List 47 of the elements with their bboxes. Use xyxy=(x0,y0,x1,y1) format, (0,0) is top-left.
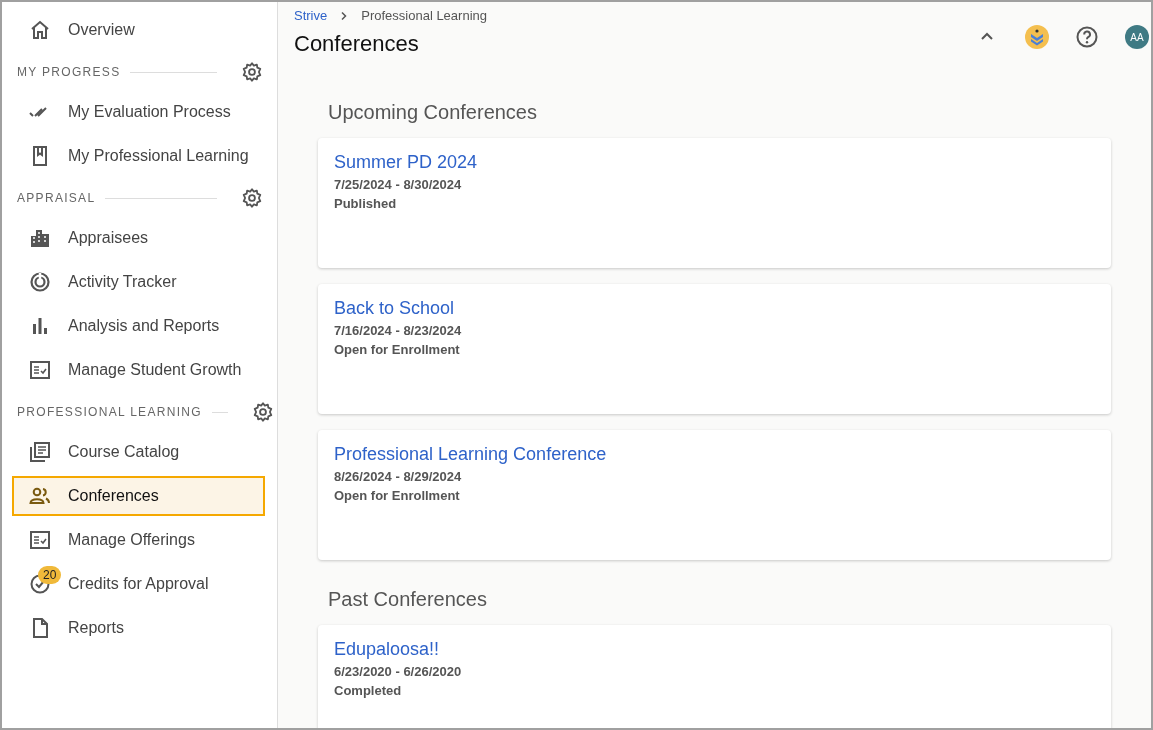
sidebar-item[interactable]: My Evaluation Process xyxy=(12,92,265,132)
checklist-icon xyxy=(28,528,52,552)
conference-card[interactable]: Professional Learning Conference 8/26/2024 - 8/29/2024 Open for Enrollment xyxy=(318,430,1111,560)
sidebar-item[interactable]: Manage Student Growth xyxy=(12,350,265,390)
conference-link[interactable]: Edupaloosa!! xyxy=(334,639,440,660)
conference-dates: 7/25/2024 - 8/30/2024 xyxy=(334,177,462,192)
logo-icon[interactable] xyxy=(1025,25,1049,49)
conference-link[interactable]: Summer PD 2024 xyxy=(334,152,478,173)
section-heading: MY PROGRESS xyxy=(17,65,121,79)
sidebar-item[interactable]: Conferences xyxy=(12,476,265,516)
sidebar-item[interactable]: Course Catalog xyxy=(12,432,265,472)
breadcrumb-current: Professional Learning xyxy=(361,8,487,23)
settings-icon[interactable] xyxy=(241,61,263,83)
conference-link[interactable]: Professional Learning Conference xyxy=(334,444,607,465)
sidebar-item[interactable]: My Professional Learning xyxy=(12,136,265,176)
conference-link[interactable]: Back to School xyxy=(334,298,455,319)
conference-card[interactable]: Back to School 7/16/2024 - 8/23/2024 Open for Enrollment xyxy=(318,284,1111,414)
conference-status: Published xyxy=(334,196,397,211)
sidebar-item[interactable]: 20 Credits for Approval xyxy=(12,564,265,604)
sidebar-item[interactable]: Overview xyxy=(12,10,265,50)
count-badge: 20 xyxy=(38,566,62,584)
sidebar-item[interactable]: Appraisees xyxy=(12,218,265,258)
conference-card[interactable]: Edupaloosa!! 6/23/2020 - 6/26/2020 Completed xyxy=(318,625,1111,728)
breadcrumb-link[interactable]: Strive xyxy=(294,8,328,23)
checklist-icon xyxy=(28,358,52,382)
sidebar-item[interactable]: Reports xyxy=(12,608,265,648)
conference-dates: 7/16/2024 - 8/23/2024 xyxy=(334,323,462,338)
conference-card[interactable]: Summer PD 2024 7/25/2024 - 8/30/2024 Published xyxy=(318,138,1111,268)
conference-dates: 8/26/2024 - 8/29/2024 xyxy=(334,469,462,484)
section-heading: APPRAISAL xyxy=(17,191,96,205)
page-title: Conferences xyxy=(294,31,420,57)
conference-status: Completed xyxy=(334,683,402,698)
sidebar-item[interactable]: Manage Offerings xyxy=(12,520,265,560)
section-heading: PROFESSIONAL LEARNING xyxy=(17,405,202,419)
sidebar-item[interactable]: Activity Tracker xyxy=(12,262,265,302)
help-icon[interactable] xyxy=(1075,25,1099,49)
catalog-icon xyxy=(28,440,52,464)
sidebar-item[interactable]: Analysis and Reports xyxy=(12,306,265,346)
conference-status: Open for Enrollment xyxy=(334,342,460,357)
settings-icon[interactable] xyxy=(251,401,274,423)
user-avatar[interactable]: AA xyxy=(1125,25,1149,49)
section-heading: Past Conferences xyxy=(328,588,488,611)
settings-icon[interactable] xyxy=(241,187,263,209)
target-icon xyxy=(28,270,52,294)
conference-status: Open for Enrollment xyxy=(334,488,460,503)
conference-dates: 6/23/2020 - 6/26/2020 xyxy=(334,664,462,679)
section-heading: Upcoming Conferences xyxy=(328,101,538,124)
